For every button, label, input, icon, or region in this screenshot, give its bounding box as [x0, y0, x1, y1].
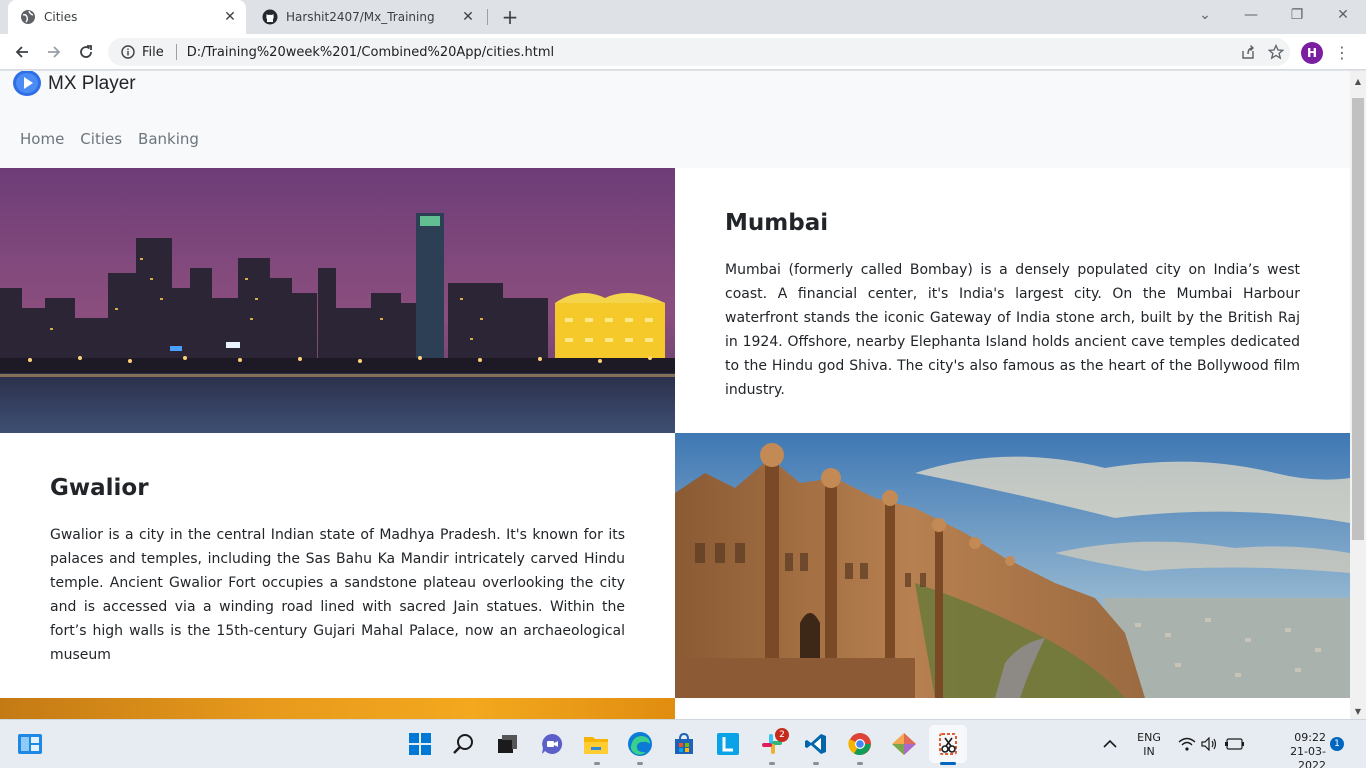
- more-menu-icon[interactable]: ⋮: [1332, 40, 1352, 64]
- city-description: Gwalior is a city in the central Indian …: [50, 527, 625, 663]
- reload-icon[interactable]: [72, 38, 100, 66]
- scroll-down-arrow-icon[interactable]: ▼: [1350, 703, 1366, 719]
- nav-link-cities[interactable]: Cities: [80, 130, 122, 148]
- city-title: Mumbai: [725, 210, 829, 236]
- tray-chevron-up-icon[interactable]: [1100, 730, 1120, 758]
- volume-icon[interactable]: [1199, 730, 1221, 758]
- tab-github[interactable]: Harshit2407/Mx_Training ✕: [250, 0, 484, 34]
- close-tab-icon[interactable]: ✕: [220, 7, 240, 27]
- url-text[interactable]: D:/Training%20week%201/Combined%20App/ci…: [187, 45, 1234, 60]
- close-tab-icon[interactable]: ✕: [458, 7, 478, 27]
- scroll-up-arrow-icon[interactable]: ▲: [1350, 73, 1366, 89]
- profile-avatar[interactable]: H: [1301, 42, 1323, 64]
- site-navbar: MX Player Home Cities Banking: [0, 71, 1350, 168]
- running-indicator: [813, 762, 819, 765]
- battery-icon[interactable]: [1222, 730, 1248, 758]
- l-app-icon[interactable]: [714, 730, 742, 758]
- minimize-button[interactable]: —: [1228, 0, 1274, 30]
- language-indicator[interactable]: ENG IN: [1132, 731, 1166, 759]
- language-code: ENG: [1137, 731, 1161, 744]
- bookmark-star-icon[interactable]: [1262, 38, 1290, 66]
- browser-toolbar: File D:/Training%20week%201/Combined%20A…: [0, 34, 1366, 70]
- city-row-gwalior: Gwalior Gwalior is a city in the central…: [0, 433, 1350, 698]
- clock-time: 09:22: [1294, 731, 1326, 744]
- city-description: Mumbai (formerly called Bombay) is a den…: [725, 262, 1300, 398]
- start-icon[interactable]: [406, 730, 434, 758]
- mx-player-logo-icon: [13, 71, 41, 96]
- active-indicator: [940, 762, 956, 765]
- wifi-icon[interactable]: [1176, 730, 1198, 758]
- tab-title: Cities: [44, 10, 78, 24]
- search-icon[interactable]: [450, 730, 478, 758]
- nav-links: Home Cities Banking: [20, 130, 215, 148]
- brand-name: MX Player: [48, 73, 136, 94]
- omnibox-divider: [175, 44, 177, 60]
- notification-badge[interactable]: 1: [1330, 737, 1344, 751]
- page-scrollbar[interactable]: ▲ ▼: [1350, 71, 1366, 719]
- running-indicator: [769, 762, 775, 765]
- vscode-icon[interactable]: [802, 730, 830, 758]
- back-arrow-icon[interactable]: [8, 38, 36, 66]
- region-code: IN: [1143, 745, 1155, 758]
- slack-badge: 2: [775, 728, 789, 742]
- running-indicator: [594, 762, 600, 765]
- edge-icon[interactable]: [626, 730, 654, 758]
- restore-button[interactable]: ❐: [1274, 0, 1320, 30]
- tab-separator: [487, 9, 488, 25]
- new-tab-button[interactable]: +: [498, 5, 522, 29]
- scrollbar-thumb[interactable]: [1352, 98, 1364, 540]
- gwalior-image: [675, 433, 1350, 698]
- chrome-icon[interactable]: [846, 730, 874, 758]
- mumbai-image: [0, 168, 675, 433]
- brand[interactable]: MX Player: [12, 71, 136, 97]
- running-indicator: [637, 762, 643, 765]
- github-icon: [262, 9, 278, 25]
- address-bar[interactable]: File D:/Training%20week%201/Combined%20A…: [108, 38, 1290, 66]
- file-explorer-icon[interactable]: [582, 730, 610, 758]
- tab-cities[interactable]: Cities ✕: [8, 0, 246, 34]
- tab-title: Harshit2407/Mx_Training: [286, 10, 435, 24]
- running-indicator: [857, 762, 863, 765]
- clock[interactable]: 09:22 21-03-2022: [1282, 731, 1326, 768]
- scheme-label: File: [142, 44, 164, 60]
- store-icon[interactable]: [670, 730, 698, 758]
- city-row-mumbai: Mumbai Mumbai (formerly called Bombay) i…: [0, 168, 1350, 433]
- chat-icon[interactable]: [538, 730, 566, 758]
- next-city-image: [0, 698, 675, 719]
- tab-search-chevron-down-icon[interactable]: ⌄: [1182, 0, 1228, 30]
- gwalior-text-panel: Gwalior Gwalior is a city in the central…: [0, 433, 675, 698]
- info-icon[interactable]: [120, 44, 136, 60]
- city-title: Gwalior: [50, 475, 149, 501]
- clock-date: 21-03-2022: [1290, 745, 1326, 768]
- nav-link-home[interactable]: Home: [20, 130, 64, 148]
- nav-link-banking[interactable]: Banking: [138, 130, 199, 148]
- windows-taskbar: 2 ENG IN 09:22 21-03-2022: [0, 719, 1366, 768]
- page-viewport: MX Player Home Cities Banking Mumbai Mum…: [0, 71, 1350, 719]
- window-close-button[interactable]: ✕: [1320, 0, 1366, 30]
- git-icon[interactable]: [890, 730, 918, 758]
- widgets-icon[interactable]: [16, 730, 44, 758]
- snipping-tool-icon[interactable]: [934, 730, 962, 758]
- share-icon[interactable]: [1234, 38, 1262, 66]
- forward-arrow-icon[interactable]: [40, 38, 68, 66]
- task-view-icon[interactable]: [493, 730, 521, 758]
- tab-strip: Cities ✕ Harshit2407/Mx_Training ✕ + ⌄ —…: [0, 0, 1366, 34]
- mumbai-text-panel: Mumbai Mumbai (formerly called Bombay) i…: [675, 168, 1350, 433]
- city-row-next: [0, 698, 1350, 719]
- globe-icon: [20, 9, 36, 25]
- next-city-text-panel: [675, 698, 1350, 719]
